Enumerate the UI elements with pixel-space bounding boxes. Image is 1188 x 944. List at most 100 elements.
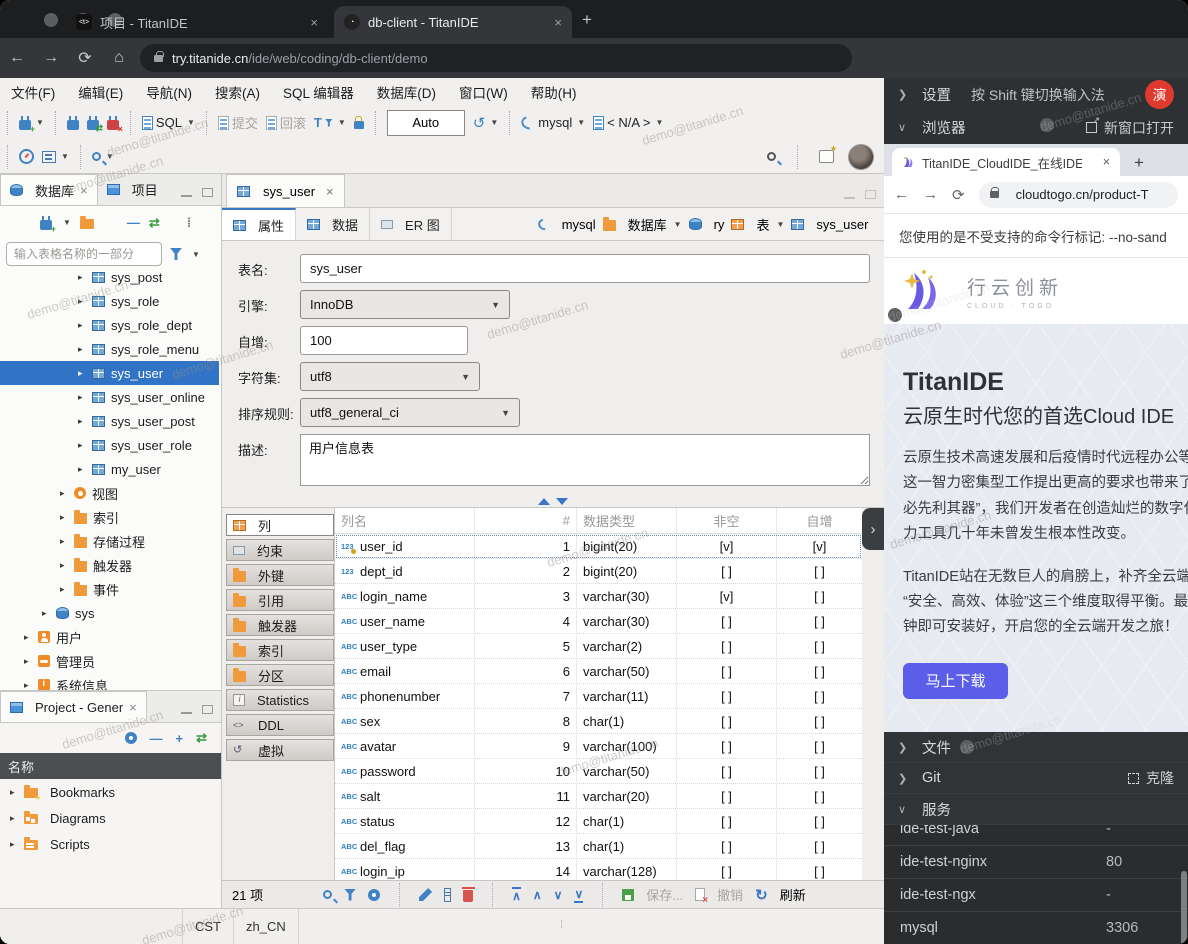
back-icon[interactable]: ← bbox=[894, 186, 909, 203]
new-folder-icon[interactable] bbox=[80, 219, 94, 229]
project-tree-item[interactable]: ▸ Diagrams bbox=[0, 805, 221, 831]
expand-arrow-icon[interactable]: ▸ bbox=[24, 656, 38, 667]
breadcrumb-item[interactable]: 数据库 ▼ bbox=[603, 215, 682, 234]
category-item[interactable]: 约束 bbox=[226, 539, 334, 561]
tree-item[interactable]: ▸ sys_user_post bbox=[0, 409, 219, 433]
expand-arrow-icon[interactable]: ▸ bbox=[24, 680, 38, 691]
transaction-log-button[interactable]: T▼ bbox=[310, 115, 350, 130]
column-notnull-checkbox[interactable]: [ ] bbox=[677, 684, 777, 708]
table-row[interactable]: user_name 4 varchar(30) [ ] [ ] bbox=[335, 609, 862, 634]
expand-all-icon[interactable]: + bbox=[176, 731, 184, 746]
open-new-window-button[interactable]: 新窗口打开 bbox=[1086, 118, 1174, 138]
chevron-down-icon[interactable]: ▼ bbox=[674, 220, 682, 229]
revert-icon[interactable] bbox=[695, 888, 705, 901]
go-last-icon[interactable]: ∨ bbox=[574, 887, 583, 903]
column-notnull-checkbox[interactable]: [ ] bbox=[677, 834, 777, 858]
subtab-data[interactable]: 数据 bbox=[296, 208, 370, 240]
column-autoincrement-checkbox[interactable]: [v] bbox=[777, 534, 862, 558]
tab-project-general[interactable]: Project - Gener × bbox=[0, 691, 147, 722]
close-tab-icon[interactable]: × bbox=[540, 15, 562, 30]
maximize-panel-icon[interactable] bbox=[202, 705, 213, 714]
service-row[interactable]: ide-test-nginx 80 bbox=[884, 846, 1188, 879]
database-select[interactable]: < N/A >▼ bbox=[589, 115, 667, 130]
subtab-er-diagram[interactable]: ER 图 bbox=[370, 208, 452, 240]
close-tab-icon[interactable]: × bbox=[80, 183, 88, 198]
tree-item[interactable]: ▸ 用户 bbox=[0, 625, 219, 649]
breadcrumb-item[interactable]: mysql bbox=[538, 217, 596, 232]
column-notnull-checkbox[interactable]: [ ] bbox=[677, 784, 777, 808]
project-tree-item[interactable]: ▸ Scripts bbox=[0, 831, 221, 857]
expand-arrow-icon[interactable]: ▸ bbox=[78, 368, 92, 379]
expand-arrow-icon[interactable]: ▸ bbox=[78, 272, 92, 283]
files-section-header[interactable]: ❯ 文件 bbox=[884, 732, 1188, 763]
embedded-browser-tab[interactable]: TitanIDE_CloudIDE_在线IDE_ × bbox=[892, 148, 1120, 176]
column-notnull-checkbox[interactable]: [ ] bbox=[677, 609, 777, 633]
browser-section-header[interactable]: ∨ 浏览器 新窗口打开 bbox=[884, 111, 1188, 144]
new-connection-button[interactable]: +▼ bbox=[15, 116, 48, 130]
column-notnull-checkbox[interactable]: [v] bbox=[677, 534, 777, 558]
table-row[interactable]: email 6 varchar(50) [ ] [ ] bbox=[335, 659, 862, 684]
breadcrumb-item[interactable]: ry bbox=[689, 217, 725, 232]
tree-item[interactable]: ▸ sys_post bbox=[0, 270, 219, 289]
new-tab-button[interactable]: + bbox=[1134, 153, 1144, 176]
expand-arrow-icon[interactable]: ▸ bbox=[10, 787, 24, 798]
project-tree-item[interactable]: ▸ Bookmarks bbox=[0, 779, 221, 805]
tree-item[interactable]: ▸ sys_role bbox=[0, 289, 219, 313]
lock-button[interactable] bbox=[350, 116, 368, 129]
tree-item[interactable]: ▸ sys_user_role bbox=[0, 433, 219, 457]
services-section-header[interactable]: ∨ 服务 bbox=[884, 794, 1188, 825]
expand-arrow-icon[interactable]: ▸ bbox=[78, 464, 92, 475]
column-notnull-checkbox[interactable]: [ ] bbox=[677, 809, 777, 833]
expand-arrow-icon[interactable]: ▸ bbox=[60, 512, 74, 523]
category-item[interactable]: 引用 bbox=[226, 589, 334, 611]
table-row[interactable]: avatar 9 varchar(100) [ ] [ ] bbox=[335, 734, 862, 759]
close-window-button[interactable] bbox=[44, 13, 58, 27]
menu-item[interactable]: 编辑(E) bbox=[78, 82, 123, 102]
category-item[interactable]: 列 bbox=[226, 514, 334, 536]
column-notnull-checkbox[interactable]: [ ] bbox=[677, 759, 777, 783]
column-autoincrement-checkbox[interactable]: [ ] bbox=[777, 559, 862, 583]
browser-tab-project[interactable]: <t> 项目 - TitanIDE × bbox=[66, 6, 328, 38]
column-notnull-checkbox[interactable]: [ ] bbox=[677, 709, 777, 733]
statusbar-grip[interactable]: ⁞ bbox=[560, 919, 563, 931]
category-item[interactable]: Statistics bbox=[226, 689, 334, 711]
table-row[interactable]: status 12 char(1) [ ] [ ] bbox=[335, 809, 862, 834]
go-down-icon[interactable]: ∨ bbox=[554, 888, 563, 902]
service-row[interactable]: mysql 3306 bbox=[884, 912, 1188, 944]
tree-item[interactable]: ▸ sys_user_online bbox=[0, 385, 219, 409]
table-row[interactable]: user_id 1 bigint(20) [v] [v] bbox=[335, 534, 862, 559]
git-clone-button[interactable]: 克隆 bbox=[1128, 768, 1174, 788]
expand-arrow-icon[interactable]: ▸ bbox=[78, 416, 92, 427]
delete-icon[interactable] bbox=[463, 890, 473, 902]
expand-arrow-icon[interactable]: ▸ bbox=[60, 560, 74, 571]
engine-select[interactable]: InnoDB▼ bbox=[300, 290, 510, 319]
column-autoincrement-checkbox[interactable]: [ ] bbox=[777, 759, 862, 783]
expand-arrow-icon[interactable]: ▸ bbox=[42, 608, 56, 619]
expand-arrow-icon[interactable]: ▸ bbox=[78, 296, 92, 307]
link-editor-icon[interactable]: ⇄ bbox=[196, 730, 207, 746]
embedded-address-bar[interactable]: cloudtogo.cn/product-T bbox=[979, 182, 1178, 208]
description-textarea[interactable] bbox=[300, 434, 870, 486]
table-row[interactable]: user_type 5 varchar(2) [ ] [ ] bbox=[335, 634, 862, 659]
expand-arrow-icon[interactable]: ▸ bbox=[60, 584, 74, 595]
maximize-panel-icon[interactable] bbox=[202, 188, 213, 197]
column-autoincrement-checkbox[interactable]: [ ] bbox=[777, 609, 862, 633]
service-row[interactable]: ide-test-java - bbox=[884, 825, 1188, 846]
git-section-header[interactable]: ❯ Git 克隆 bbox=[884, 763, 1188, 794]
menu-item[interactable]: 搜索(A) bbox=[215, 82, 260, 102]
table-row[interactable]: dept_id 2 bigint(20) [ ] [ ] bbox=[335, 559, 862, 584]
column-autoincrement-checkbox[interactable]: [ ] bbox=[777, 584, 862, 608]
table-row[interactable]: salt 11 varchar(20) [ ] [ ] bbox=[335, 784, 862, 809]
tree-item[interactable]: ▸ 索引 bbox=[0, 505, 219, 529]
expand-arrow-icon[interactable]: ▸ bbox=[60, 488, 74, 499]
expand-arrow-icon[interactable]: ▸ bbox=[10, 839, 24, 850]
column-notnull-checkbox[interactable]: [ ] bbox=[677, 634, 777, 658]
revert-button[interactable]: 撤销 bbox=[717, 885, 743, 904]
connection-select[interactable]: mysql▼ bbox=[517, 115, 589, 130]
collapse-all-icon[interactable]: — bbox=[127, 215, 140, 230]
breadcrumb-item[interactable]: sys_user bbox=[791, 217, 868, 232]
splitter-handle[interactable] bbox=[222, 496, 884, 507]
category-item[interactable]: 外键 bbox=[226, 564, 334, 586]
compare-button[interactable]: ▼ bbox=[38, 151, 73, 163]
link-editor-icon[interactable]: ⇄ bbox=[149, 215, 160, 231]
